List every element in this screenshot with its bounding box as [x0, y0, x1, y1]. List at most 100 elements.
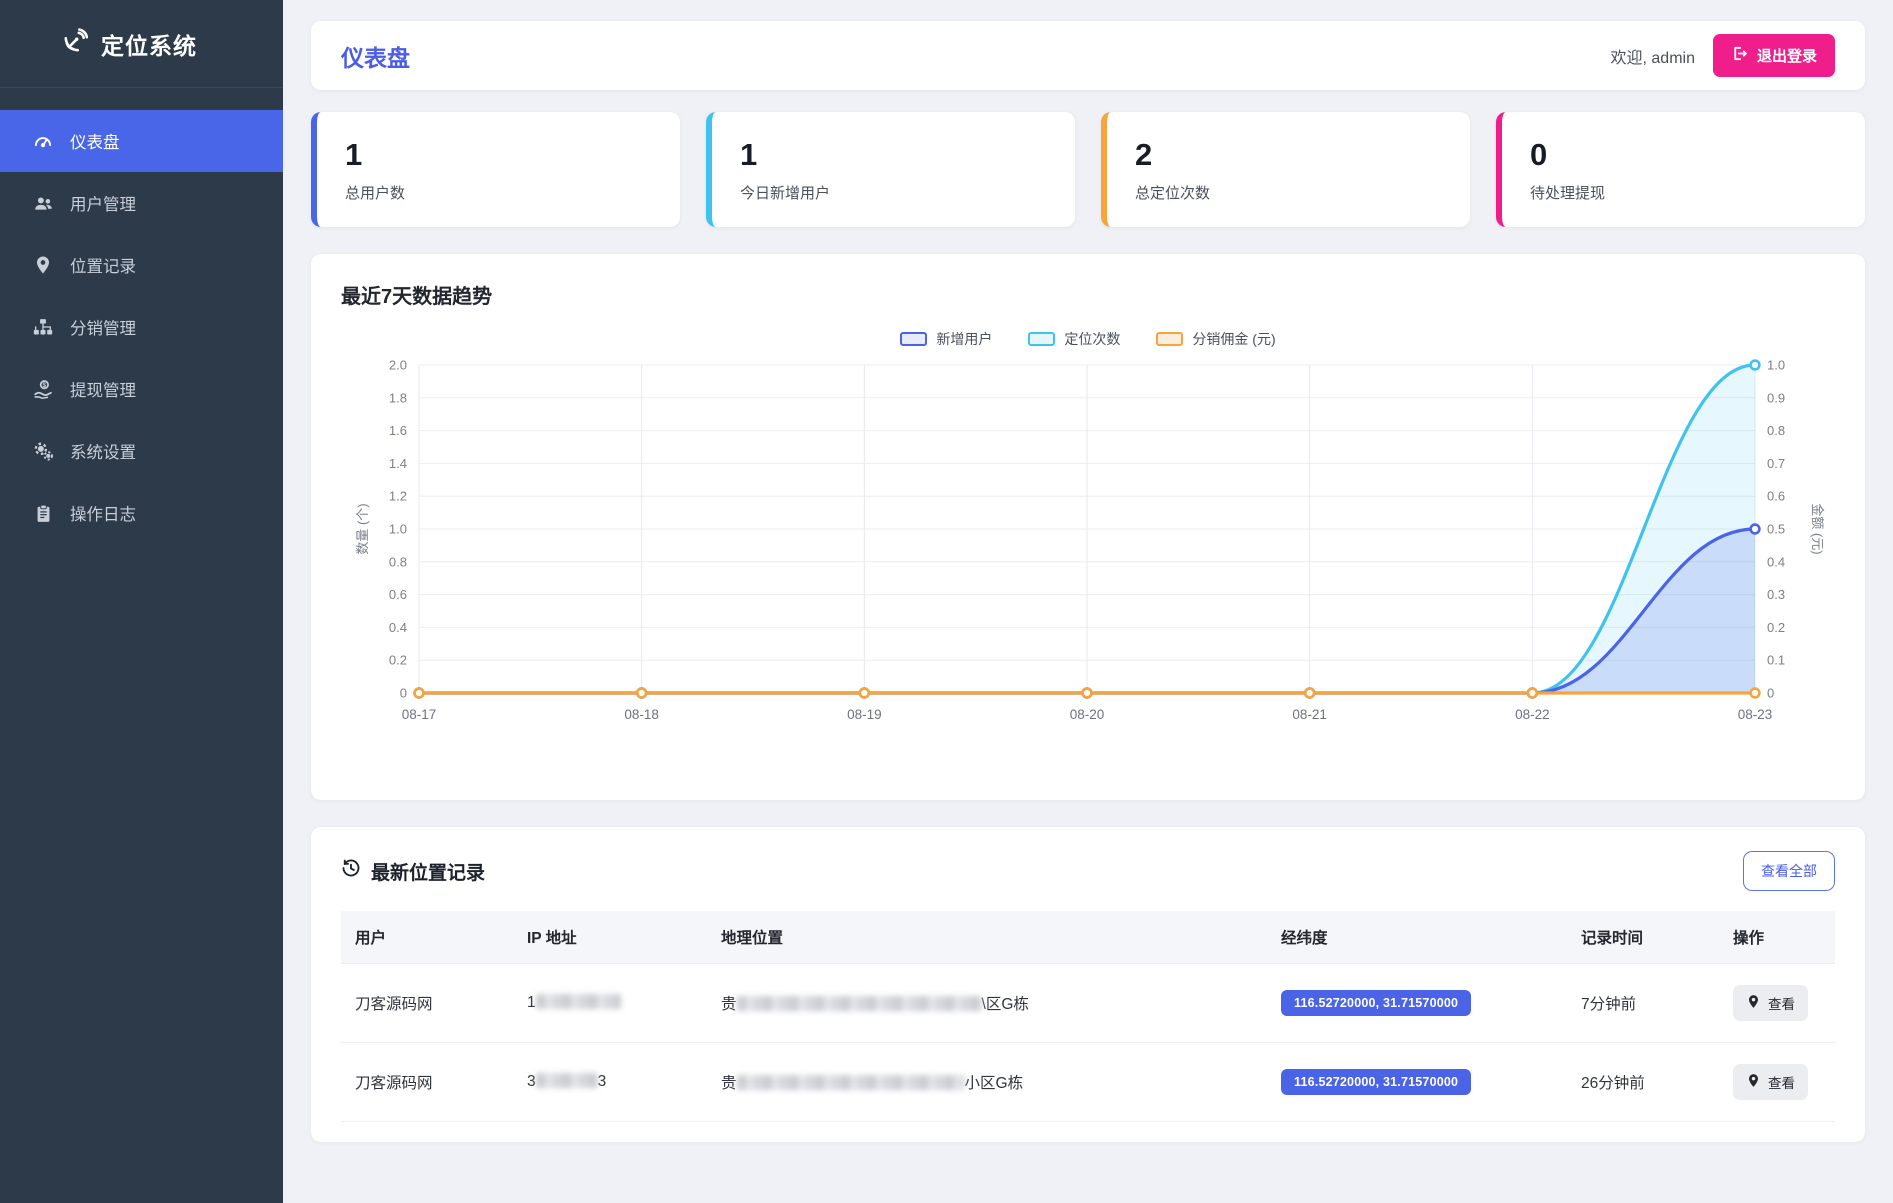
svg-text:0.7: 0.7 [1767, 456, 1785, 471]
hand-dollar-icon: $ [32, 378, 54, 400]
stat-card-待处理提现: 0待处理提现 [1496, 112, 1865, 227]
sidebar-item-操作日志[interactable]: 操作日志 [0, 482, 283, 544]
dashboard-icon [32, 130, 54, 152]
app-title: 定位系统 [101, 27, 197, 61]
latest-records-card: 最新位置记录 查看全部 用户IP 地址地理位置经纬度记录时间操作 刀客源码网1贵… [311, 827, 1865, 1142]
cell-user: 刀客源码网 [341, 1043, 513, 1122]
sidebar-item-label: 提现管理 [70, 377, 136, 401]
svg-text:08-19: 08-19 [847, 707, 882, 722]
svg-text:1.4: 1.4 [389, 456, 407, 471]
sidebar-item-label: 位置记录 [70, 253, 136, 277]
stat-cards-row: 1 总用户数 1 今日新增用户 2 总定位次数 0待处理提现 [311, 112, 1865, 227]
legend-label: 分销佣金 (元) [1192, 329, 1275, 349]
cell-ip: 1 [513, 964, 707, 1043]
svg-text:0.4: 0.4 [1767, 554, 1785, 569]
svg-text:$: $ [42, 381, 46, 388]
legend-item-分销佣金 (元)[interactable]: 分销佣金 (元) [1156, 329, 1275, 349]
users-icon [32, 192, 54, 214]
view-marker-icon [1746, 1073, 1761, 1091]
sidebar-item-位置记录[interactable]: 位置记录 [0, 234, 283, 296]
view-button[interactable]: 查看 [1733, 985, 1808, 1021]
stat-label: 总定位次数 [1135, 182, 1442, 203]
svg-text:0.2: 0.2 [389, 653, 407, 668]
sitemap-icon [32, 316, 54, 338]
logout-icon [1731, 45, 1748, 66]
stat-label: 总用户数 [345, 182, 652, 203]
page-title: 仪表盘 [341, 39, 410, 73]
stat-value: 1 [740, 137, 1047, 173]
table-row: 刀客源码网33贵小区G栋 116.52720000, 31.71570000 26分… [341, 1043, 1835, 1122]
stat-card-总用户数: 1 总用户数 [311, 112, 680, 227]
sidebar-item-用户管理[interactable]: 用户管理 [0, 172, 283, 234]
view-button[interactable]: 查看 [1733, 1064, 1808, 1100]
cell-location: 贵\区G栋 [707, 964, 1267, 1043]
svg-text:2.0: 2.0 [389, 358, 407, 373]
svg-text:0.4: 0.4 [389, 620, 407, 635]
blurred-address [737, 1075, 965, 1090]
stat-value: 1 [345, 137, 652, 173]
cell-ip: 33 [513, 1043, 707, 1122]
legend-item-定位次数[interactable]: 定位次数 [1028, 329, 1120, 349]
svg-text:数量 (个): 数量 (个) [355, 503, 370, 554]
coordinates-badge: 116.52720000, 31.71570000 [1281, 1069, 1471, 1095]
column-header-经纬度: 经纬度 [1267, 911, 1567, 964]
legend-item-新增用户[interactable]: 新增用户 [900, 329, 992, 349]
svg-text:0.6: 0.6 [1767, 489, 1785, 504]
sidebar-item-label: 系统设置 [70, 439, 136, 463]
sidebar: 定位系统 仪表盘用户管理位置记录分销管理 $ 提现管理系统设置操作日志 [0, 0, 283, 1203]
view-marker-icon [1746, 994, 1761, 1012]
blurred-ip [536, 994, 621, 1009]
sidebar-item-label: 仪表盘 [70, 129, 120, 153]
svg-text:0.8: 0.8 [389, 554, 407, 569]
sidebar-item-分销管理[interactable]: 分销管理 [0, 296, 283, 358]
records-table: 用户IP 地址地理位置经纬度记录时间操作 刀客源码网1贵\区G栋 116.5272… [341, 911, 1835, 1122]
svg-text:08-20: 08-20 [1070, 707, 1105, 722]
topbar: 仪表盘 欢迎, admin 退出登录 [311, 21, 1865, 90]
view-button-label: 查看 [1768, 993, 1795, 1013]
stat-value: 2 [1135, 137, 1442, 173]
svg-text:08-21: 08-21 [1292, 707, 1327, 722]
blurred-address [737, 996, 982, 1011]
svg-text:0.8: 0.8 [1767, 423, 1785, 438]
cell-action: 查看 [1719, 1043, 1835, 1122]
table-row: 刀客源码网1贵\区G栋116.52720000, 31.715700007分钟前… [341, 964, 1835, 1043]
welcome-text: 欢迎, admin [1611, 44, 1695, 68]
sidebar-item-label: 分销管理 [70, 315, 136, 339]
sidebar-item-提现管理[interactable]: $ 提现管理 [0, 358, 283, 420]
legend-swatch [1156, 332, 1183, 346]
sidebar-item-仪表盘[interactable]: 仪表盘 [0, 110, 283, 172]
cell-time: 26分钟前 [1567, 1043, 1719, 1122]
svg-text:08-17: 08-17 [402, 707, 437, 722]
svg-text:1.0: 1.0 [389, 522, 407, 537]
stat-label: 今日新增用户 [740, 182, 1047, 203]
column-header-IP 地址: IP 地址 [513, 911, 707, 964]
column-header-记录时间: 记录时间 [1567, 911, 1719, 964]
svg-text:08-18: 08-18 [624, 707, 659, 722]
svg-text:金额 (元): 金额 (元) [1810, 503, 1825, 554]
svg-text:1.2: 1.2 [389, 489, 407, 504]
cell-user: 刀客源码网 [341, 964, 513, 1043]
view-all-button[interactable]: 查看全部 [1743, 851, 1835, 891]
column-header-地理位置: 地理位置 [707, 911, 1267, 964]
svg-text:1.8: 1.8 [389, 390, 407, 405]
logout-label: 退出登录 [1757, 45, 1817, 66]
svg-text:0: 0 [400, 686, 407, 701]
svg-text:0.5: 0.5 [1767, 522, 1785, 537]
stat-card-总定位次数: 2 总定位次数 [1101, 112, 1470, 227]
blurred-ip [536, 1073, 598, 1088]
cell-location: 贵小区G栋 [707, 1043, 1267, 1122]
view-button-label: 查看 [1768, 1072, 1795, 1092]
legend-label: 定位次数 [1064, 329, 1120, 349]
satellite-dish-icon [62, 28, 88, 59]
clipboard-icon [32, 502, 54, 524]
svg-text:0.9: 0.9 [1767, 390, 1785, 405]
sidebar-item-系统设置[interactable]: 系统设置 [0, 420, 283, 482]
coordinates-badge: 116.52720000, 31.71570000 [1281, 990, 1471, 1016]
column-header-操作: 操作 [1719, 911, 1835, 964]
svg-text:0: 0 [1767, 686, 1774, 701]
logout-button[interactable]: 退出登录 [1713, 34, 1835, 77]
records-header-row: 用户IP 地址地理位置经纬度记录时间操作 [341, 911, 1835, 964]
trend-line-chart: 00.20.40.60.81.01.21.41.61.82.000.10.20.… [341, 349, 1835, 737]
cell-coords: 116.52720000, 31.71570000 [1267, 1043, 1567, 1122]
chart-legend: 新增用户 定位次数 分销佣金 (元) [341, 329, 1835, 349]
